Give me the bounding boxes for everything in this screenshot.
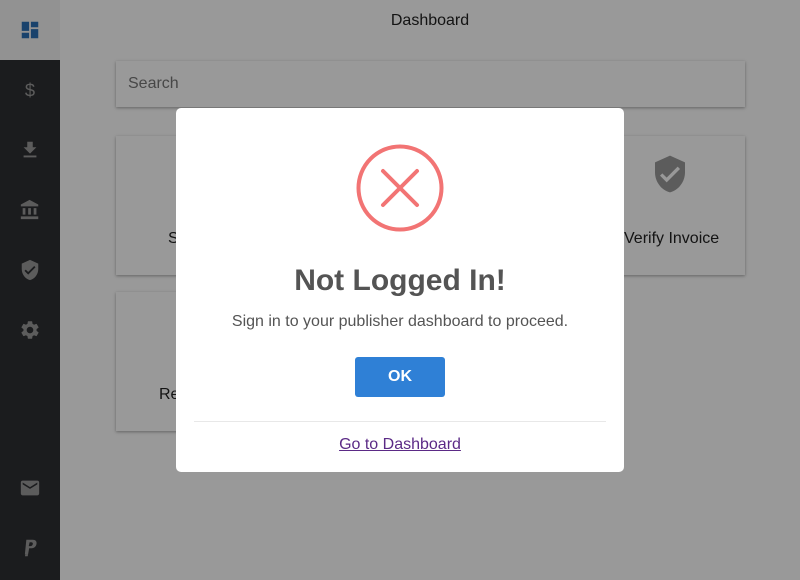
error-x-icon bbox=[356, 144, 444, 232]
divider bbox=[194, 421, 606, 422]
ok-button[interactable]: OK bbox=[355, 357, 445, 397]
go-to-dashboard-link[interactable]: Go to Dashboard bbox=[176, 436, 624, 454]
alert-dialog: Not Logged In! Sign in to your publisher… bbox=[176, 108, 624, 472]
dialog-message: Sign in to your publisher dashboard to p… bbox=[231, 313, 569, 330]
dialog-title: Not Logged In! bbox=[294, 264, 506, 297]
